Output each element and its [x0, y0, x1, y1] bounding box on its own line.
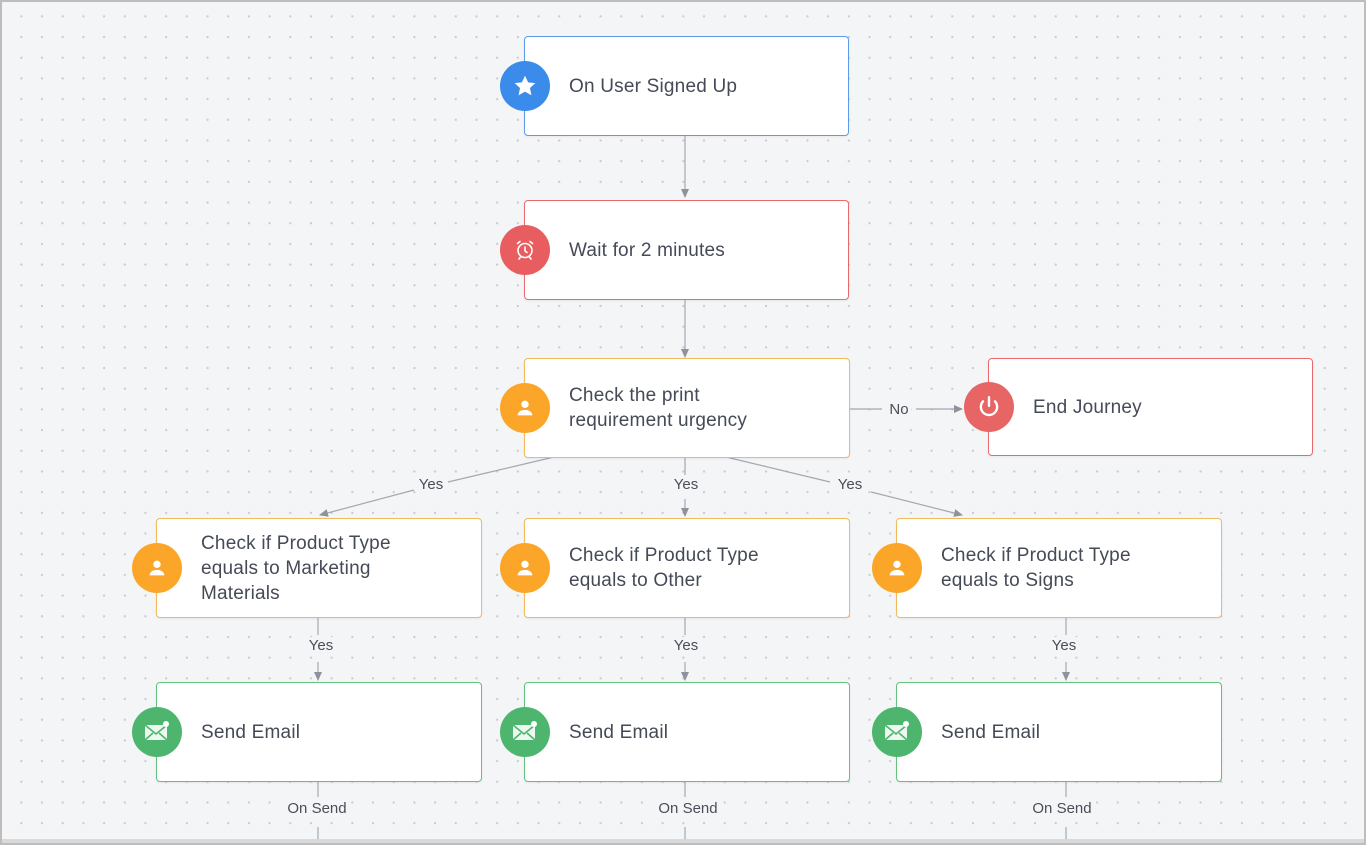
node-check-signs-label: Check if Product Type equals to Signs — [941, 545, 1131, 591]
node-check-marketing[interactable]: Check if Product Type equals to Marketin… — [156, 518, 482, 618]
edge-check-yes-right-b — [870, 491, 963, 517]
node-wait[interactable]: Wait for 2 minutes — [524, 200, 849, 300]
edge-label-signs-yes: Yes — [1048, 637, 1080, 655]
node-wait-label: Wait for 2 minutes — [569, 239, 725, 261]
alarm-clock-icon — [500, 225, 550, 275]
node-end-journey[interactable]: End Journey — [988, 358, 1313, 456]
node-check-urgency[interactable]: Check the print requirement urgency — [524, 358, 850, 458]
edge-label-email-3-on-send: On Send — [1029, 800, 1095, 818]
edge-check-yes-right-a — [725, 456, 831, 483]
edge-label-yes-left: Yes — [415, 476, 447, 494]
node-send-email-3-label: Send Email — [941, 721, 1041, 743]
user-icon — [500, 383, 550, 433]
star-icon — [500, 61, 550, 111]
user-icon — [132, 543, 182, 593]
user-icon — [872, 543, 922, 593]
canvas-bottom-edge — [2, 839, 1364, 843]
envelope-icon — [500, 707, 550, 757]
user-icon — [500, 543, 550, 593]
node-check-other-label: Check if Product Type equals to Other — [569, 545, 759, 591]
node-send-email-1-label: Send Email — [201, 721, 301, 743]
node-check-other[interactable]: Check if Product Type equals to Other — [524, 518, 850, 618]
node-send-email-3[interactable]: Send Email — [896, 682, 1222, 782]
node-send-email-2-label: Send Email — [569, 721, 669, 743]
edge-label-yes-center: Yes — [670, 476, 702, 494]
node-trigger-label: On User Signed Up — [569, 75, 738, 97]
edge-label-other-yes: Yes — [670, 637, 702, 655]
node-send-email-1[interactable]: Send Email — [156, 682, 482, 782]
node-check-signs[interactable]: Check if Product Type equals to Signs — [896, 518, 1222, 618]
edge-label-email-2-on-send: On Send — [655, 800, 721, 818]
journey-canvas[interactable]: No Yes Yes Yes Yes Yes Yes On Send On Se… — [0, 0, 1366, 845]
edge-label-marketing-yes: Yes — [305, 637, 337, 655]
node-check-urgency-label: Check the print requirement urgency — [569, 385, 748, 431]
edge-check-yes-left-a — [447, 456, 555, 483]
envelope-icon — [872, 707, 922, 757]
edge-check-yes-left-b — [319, 489, 415, 517]
node-end-journey-label: End Journey — [1033, 396, 1142, 418]
node-trigger[interactable]: On User Signed Up — [524, 36, 849, 136]
power-icon — [964, 382, 1014, 432]
edge-label-email-1-on-send: On Send — [284, 800, 350, 818]
node-send-email-2[interactable]: Send Email — [524, 682, 850, 782]
envelope-icon — [132, 707, 182, 757]
edge-label-no: No — [886, 401, 912, 419]
node-check-marketing-label: Check if Product Type equals to Marketin… — [201, 532, 391, 604]
edge-label-yes-right: Yes — [834, 476, 866, 494]
